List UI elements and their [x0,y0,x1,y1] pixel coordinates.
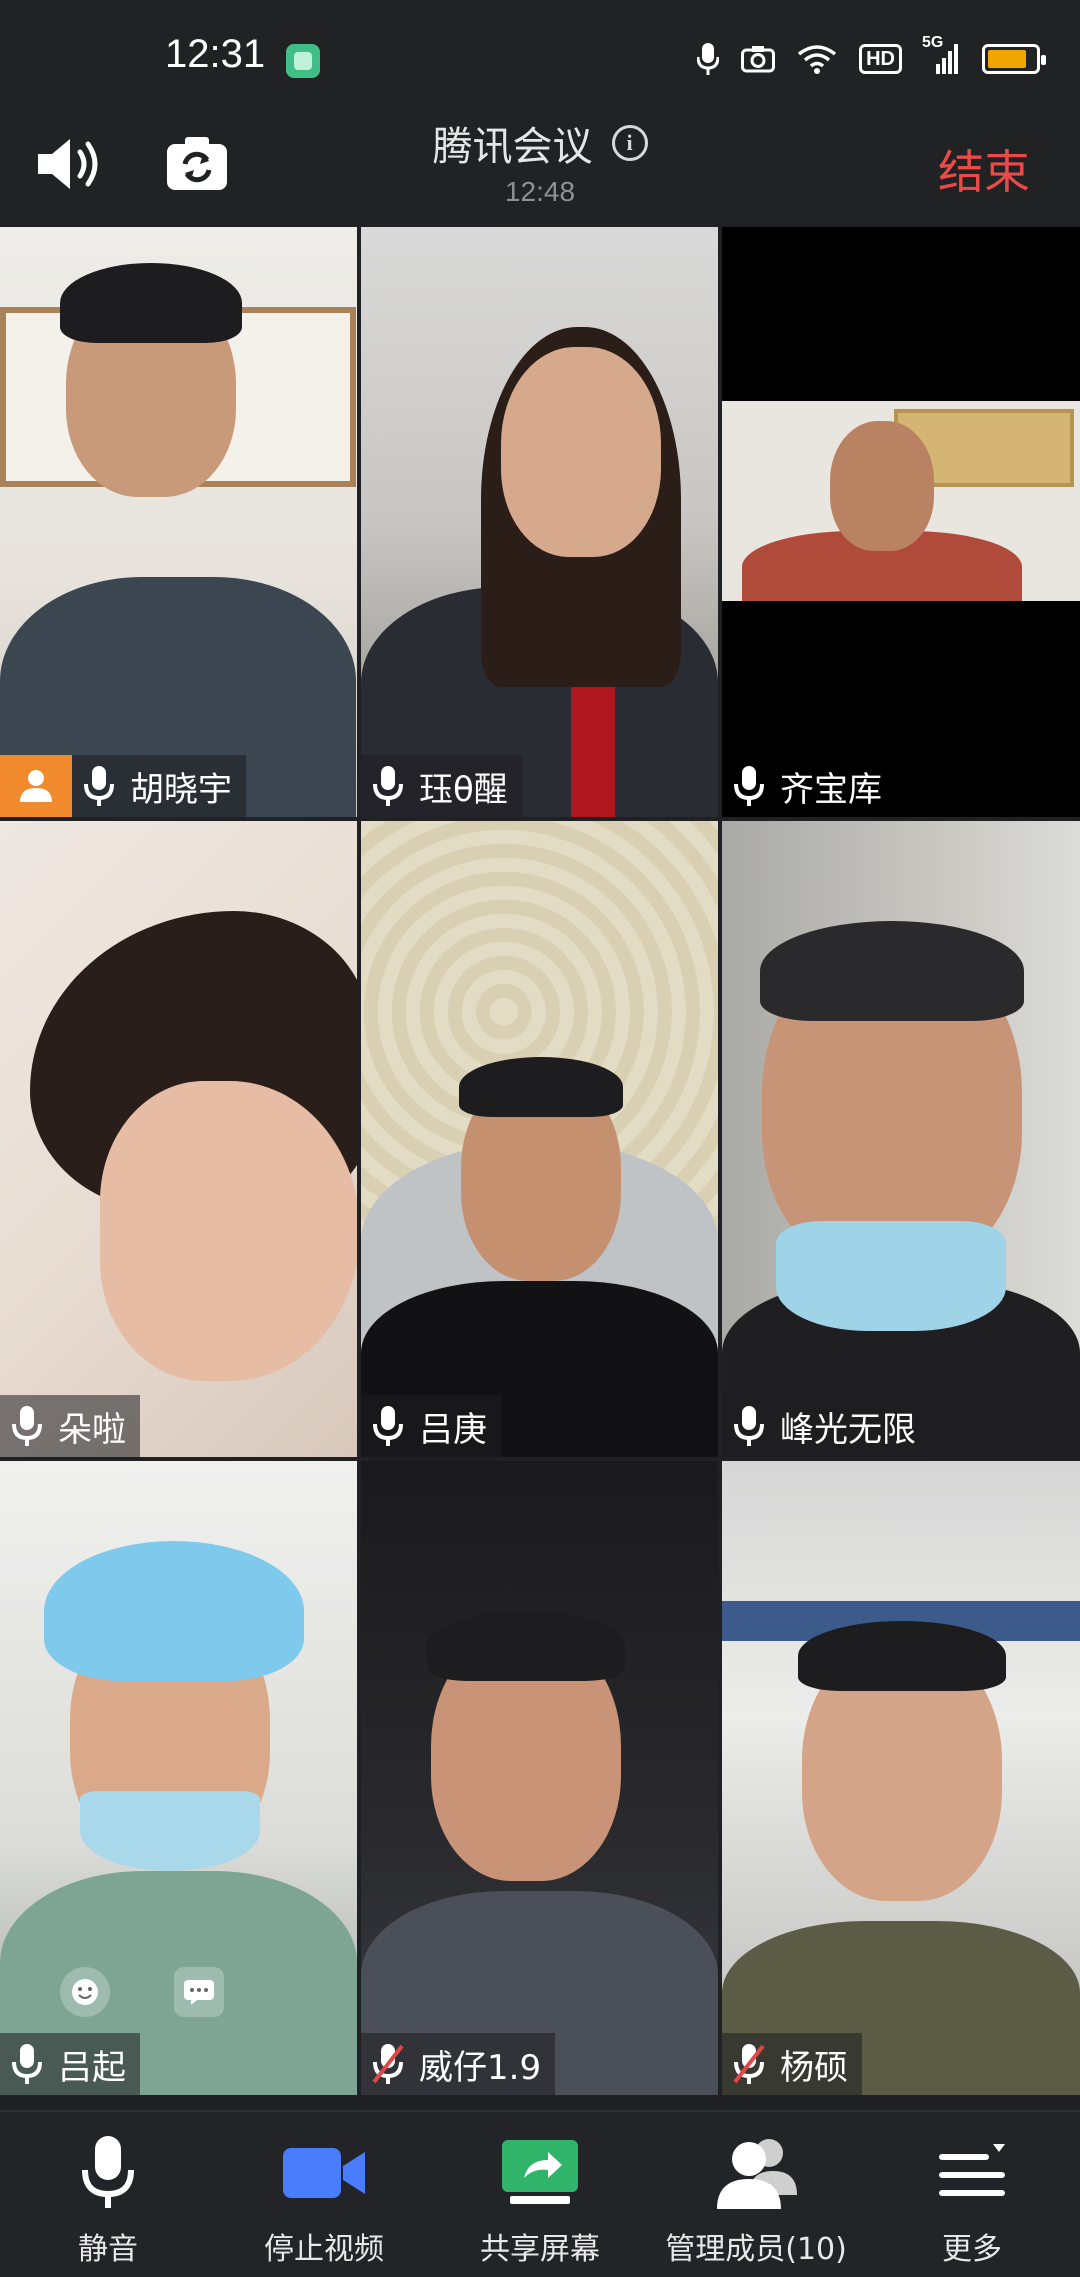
hd-badge: HD [859,44,902,74]
mic-icon [734,1406,764,1446]
host-icon [20,770,52,802]
share-screen-icon [502,2140,578,2204]
participant-name: 胡晓宇 [130,769,232,810]
participant-name: 吕起 [58,2047,126,2088]
participant-tile-active[interactable]: 吕起 [0,1461,357,2095]
mic-icon [12,2044,42,2084]
meeting-title: 腾讯会议 [432,124,593,170]
participant-name: 杨硕 [780,2047,848,2088]
mic-icon [373,1406,403,1446]
network-type: 5G [922,34,944,51]
more-label: 更多 [942,2232,1002,2267]
video-grid: 胡晓宇 珏θ醒 齐宝库 朵啦 吕庚 峰光无限 吕起 威仔1.9 杨硕 [0,225,1080,2095]
members-icon [717,2139,797,2209]
participant-tile[interactable]: 胡晓宇 [0,227,357,817]
participant-tile[interactable]: 杨硕 [722,1461,1080,2095]
participant-name: 齐宝库 [780,769,882,810]
mic-icon [84,766,114,806]
mic-muted-icon [733,2044,765,2084]
chat-button[interactable] [174,1967,224,2017]
battery-icon [982,44,1046,74]
host-badge [0,755,72,817]
info-icon[interactable]: i [611,125,648,161]
participant-name: 峰光无限 [780,1409,916,1450]
participant-name: 威仔1.9 [419,2047,542,2088]
participant-label: 胡晓宇 [72,755,246,817]
participant-label: 峰光无限 [722,1395,930,1457]
video-camera-icon [283,2148,365,2198]
participant-label: 威仔1.9 [361,2033,556,2095]
participant-tile[interactable]: 威仔1.9 [361,1461,718,2095]
mute-button[interactable]: 静音 [0,2112,216,2277]
mic-icon [12,1406,42,1446]
participant-label: 吕起 [0,2033,140,2095]
participant-tile[interactable]: 珏θ醒 [361,227,718,817]
emoji-reaction-button[interactable] [60,1967,110,2017]
manage-members-button[interactable]: 管理成员(10) [648,2112,864,2277]
share-screen-button[interactable]: 共享屏幕 [432,2112,648,2277]
cellular-signal-icon: 5G [922,34,960,78]
participant-label: 珏θ醒 [361,755,522,817]
app-notification-icon [286,44,320,78]
mic-icon [373,766,403,806]
participant-name: 吕庚 [419,1409,487,1450]
participant-label: 杨硕 [722,2033,862,2095]
participant-name: 珏θ醒 [419,769,508,810]
meeting-duration: 12:48 [504,176,576,207]
stop-video-label: 停止视频 [264,2232,384,2267]
end-meeting-button[interactable]: 结束 [938,136,1030,202]
microphone-icon [82,2136,134,2208]
wifi-icon [797,40,837,78]
camera-status-icon [741,40,776,78]
status-time: 12:31 [165,32,266,76]
participant-label: 朵啦 [0,1395,140,1457]
smile-icon [72,1979,98,2005]
stop-video-button[interactable]: 停止视频 [216,2112,432,2277]
manage-members-label: 管理成员(10) [665,2232,847,2267]
participant-tile[interactable]: 吕庚 [361,821,718,1457]
participant-tile[interactable]: 齐宝库 [722,227,1080,817]
chat-icon [184,1980,214,2005]
mute-label: 静音 [78,2232,138,2267]
more-button[interactable]: 更多 [864,2112,1080,2277]
mic-icon [734,766,764,806]
participant-label: 吕庚 [361,1395,501,1457]
more-menu-icon [939,2144,1005,2196]
participant-label: 齐宝库 [722,755,896,817]
participant-name: 朵啦 [58,1409,126,1450]
participant-tile[interactable]: 朵啦 [0,821,357,1457]
participant-tile[interactable]: 峰光无限 [722,821,1080,1457]
meeting-toolbar: 静音 停止视频 共享屏幕 管理成员(10) 更多 [0,2110,1080,2277]
mic-muted-icon [372,2044,404,2084]
share-screen-label: 共享屏幕 [480,2232,600,2267]
meeting-header: 腾讯会议 i 12:48 结束 [0,100,1080,225]
microphone-status-icon [697,40,720,78]
